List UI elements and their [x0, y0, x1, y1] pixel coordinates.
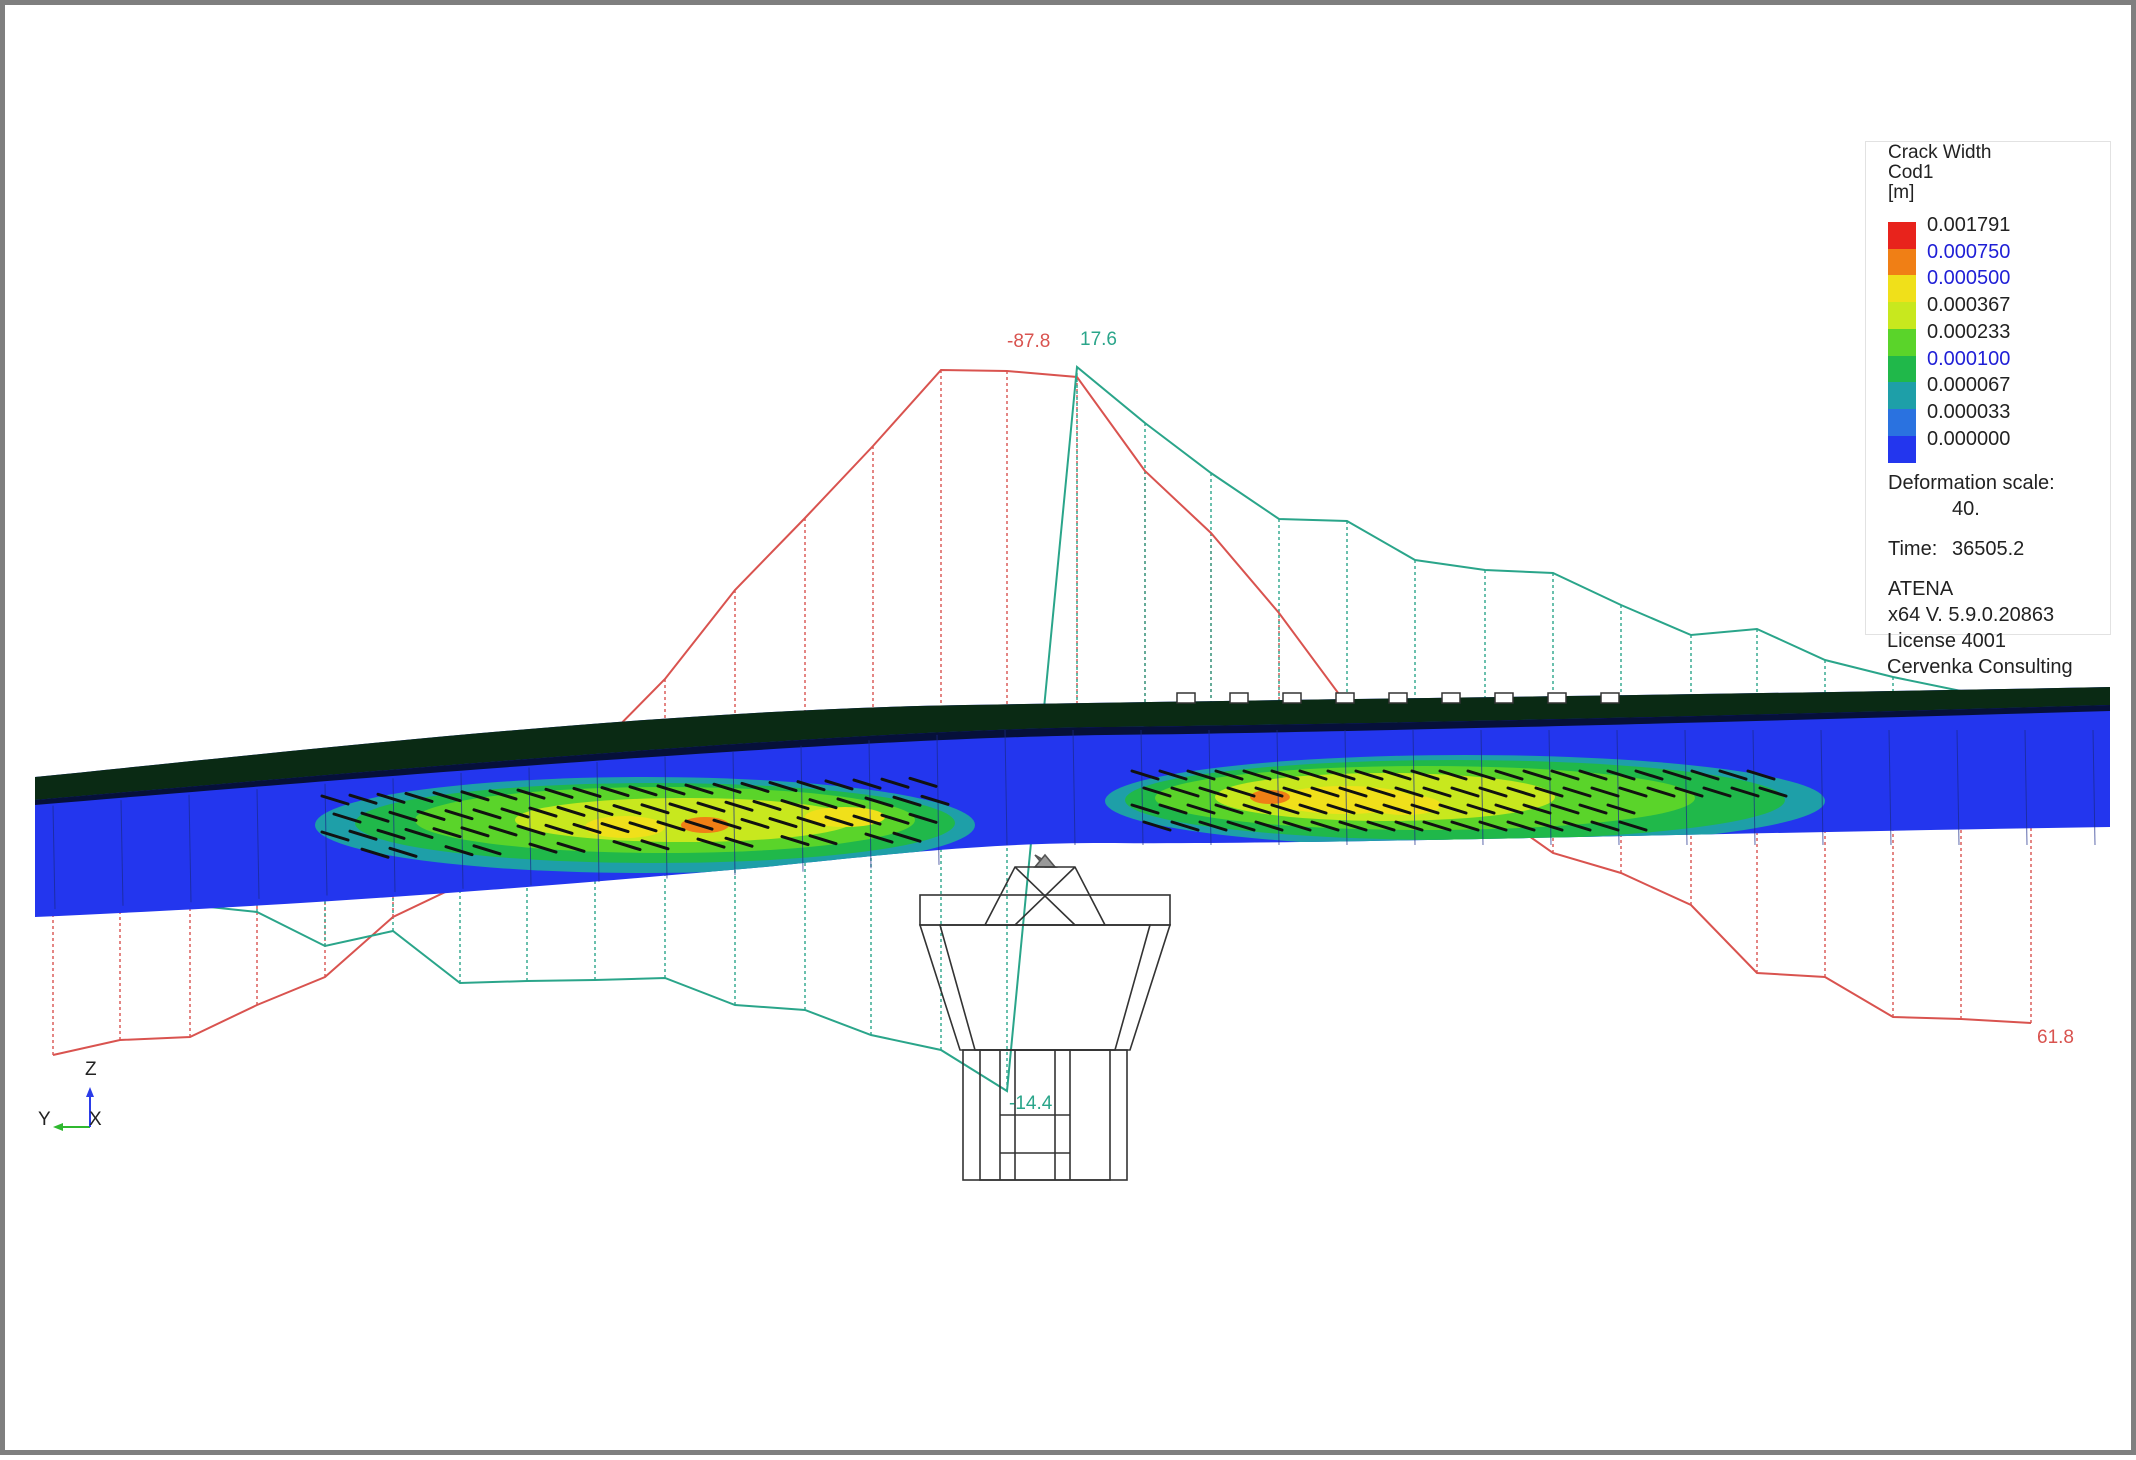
- deck-block: [1388, 692, 1408, 704]
- legend-title-line-1: Crack Width: [1888, 142, 1992, 163]
- axis-z-label: Z: [85, 1059, 97, 1080]
- deck-block: [1600, 692, 1620, 704]
- deck-blocks: [1176, 692, 1620, 704]
- software-line-3: License 4001: [1887, 630, 2006, 652]
- software-line-4: Cervenka Consulting: [1887, 656, 2073, 678]
- deck-block: [1547, 692, 1567, 704]
- software-line-2: x64 V. 5.9.0.20863: [1888, 604, 2055, 626]
- legend-swatch: [1888, 222, 1916, 249]
- deformation-scale-value: 40.: [1952, 498, 1980, 520]
- teal-peak-label: 17.6: [1080, 329, 1117, 350]
- legend-value: 0.000100: [1927, 347, 2011, 370]
- deck-block: [1229, 692, 1249, 704]
- deck-block: [1441, 692, 1461, 704]
- legend-value: 0.000750: [1927, 240, 2011, 263]
- legend-swatch: [1888, 382, 1916, 410]
- deck-block: [1282, 692, 1302, 704]
- figure-frame: -87.8 17.6 -14.4 61.8 Z Y X Crack Width …: [0, 0, 2136, 1455]
- deformation-scale-label: Deformation scale:: [1888, 472, 2055, 494]
- red-end-label: 61.8: [2037, 1027, 2074, 1048]
- pier-column: [918, 853, 1172, 1181]
- axis-y-label: Y: [38, 1109, 51, 1130]
- legend-swatch: [1888, 275, 1916, 303]
- legend-swatch: [1888, 302, 1916, 330]
- legend-value: 0.000367: [1927, 294, 2011, 317]
- deck-block: [1335, 692, 1355, 704]
- legend-title-line-3: [m]: [1888, 182, 1915, 203]
- legend-swatch: [1888, 355, 1916, 383]
- time-value: 36505.2: [1952, 538, 2025, 560]
- legend-value: 0.001791: [1927, 214, 2011, 236]
- time-label: Time:: [1888, 538, 1938, 560]
- legend-swatch: [1888, 408, 1916, 436]
- legend-value: 0.000500: [1927, 267, 2011, 290]
- axis-triad: [53, 1087, 94, 1131]
- deck-body: [35, 687, 2110, 917]
- crack-width-legend: Crack Width Cod1 [m] 0.001791 0.000750 0.0…: [1865, 141, 2111, 635]
- deck-block: [1494, 692, 1514, 704]
- teal-min-label: -14.4: [1009, 1093, 1053, 1114]
- software-line-1: ATENA: [1888, 578, 1954, 600]
- red-peak-label: -87.8: [1007, 331, 1051, 352]
- legend-swatch: [1888, 328, 1916, 356]
- legend-swatch: [1888, 248, 1916, 276]
- bridge-deck-model: [35, 365, 2110, 1181]
- legend-value: 0.000233: [1927, 320, 2011, 343]
- axis-x-label: X: [89, 1109, 102, 1130]
- legend-swatch: [1888, 435, 1916, 463]
- legend-title-line-2: Cod1: [1888, 162, 1934, 183]
- legend-value: 0.000033: [1927, 400, 2011, 423]
- deck-block: [1176, 692, 1196, 704]
- legend-value: 0.000000: [1927, 427, 2011, 450]
- legend-value: 0.000067: [1927, 374, 2011, 397]
